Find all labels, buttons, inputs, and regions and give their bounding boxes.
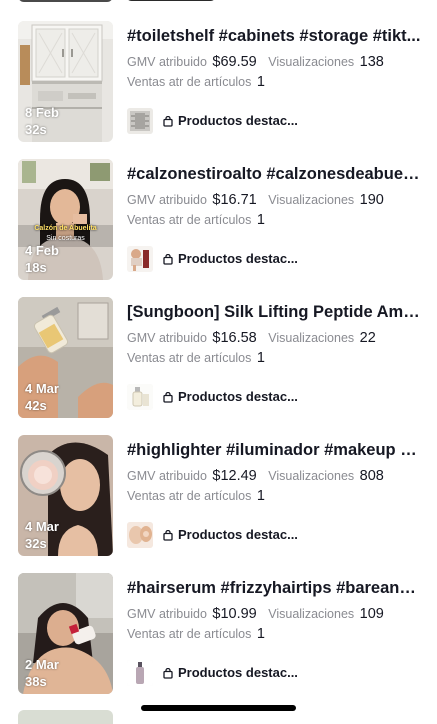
featured-products-link[interactable]: Productos destac...: [163, 389, 298, 404]
video-duration: 42s: [25, 398, 47, 413]
video-date: 4 Feb: [25, 243, 59, 258]
featured-products-link[interactable]: Productos destac...: [163, 113, 298, 128]
views-value: 109: [359, 606, 384, 622]
video-title[interactable]: #highlighter #iluminador #makeup #...: [127, 441, 422, 460]
sales-value: 1: [256, 626, 265, 642]
video-date: 4 Mar: [25, 381, 59, 396]
sales-row: Ventas atr de artículos 1: [127, 626, 265, 642]
views-value: 22: [359, 330, 376, 346]
video-overlay-caption: Calzón de Abuelita: [34, 225, 97, 232]
video-title[interactable]: [Sungboon] Silk Lifting Peptide Amp...: [127, 303, 422, 322]
gmv-label: GMV atribuido: [127, 331, 207, 345]
gmv-value: $16.71: [212, 192, 257, 208]
video-title[interactable]: #toiletshelf #cabinets #storage #tikt...: [127, 27, 422, 46]
video-date: 2 Mar: [25, 657, 59, 672]
gmv-row: GMV atribuido $69.59 Visualizaciones 138: [127, 54, 392, 70]
gmv-row: GMV atribuido $12.49 Visualizaciones 808: [127, 468, 392, 484]
gmv-value: $16.58: [212, 330, 257, 346]
views-value: 138: [359, 54, 384, 70]
gmv-label: GMV atribuido: [127, 55, 207, 69]
sales-label: Ventas atr de artículos: [127, 213, 252, 227]
gmv-label: GMV atribuido: [127, 607, 207, 621]
sales-value: 1: [256, 488, 265, 504]
views-label: Visualizaciones: [268, 331, 355, 345]
shopping-bag-icon: [163, 115, 173, 127]
previous-item-thumbnail-partial[interactable]: [18, 0, 113, 2]
video-thumbnail[interactable]: Calzón de Abuelita Sin costuras 4 Feb 18…: [18, 159, 113, 280]
video-title[interactable]: #calzonestiroalto #calzonesdeabueli...: [127, 165, 422, 184]
featured-products-label: Productos destac...: [178, 113, 298, 128]
views-label: Visualizaciones: [268, 55, 355, 69]
video-duration: 32s: [25, 122, 47, 137]
video-list-item: Calzón de Abuelita Sin costuras 4 Feb 18…: [0, 159, 437, 280]
product-thumbnail[interactable]: [127, 660, 153, 686]
featured-products-label: Productos destac...: [178, 389, 298, 404]
gmv-row: GMV atribuido $16.58 Visualizaciones 22: [127, 330, 384, 346]
sales-row: Ventas atr de artículos 1: [127, 212, 265, 228]
shopping-bag-icon: [163, 253, 173, 265]
video-duration: 38s: [25, 674, 47, 689]
sales-row: Ventas atr de artículos 1: [127, 350, 265, 366]
sales-value: 1: [256, 350, 265, 366]
featured-products-link[interactable]: Productos destac...: [163, 251, 298, 266]
video-overlay-subcaption: Sin costuras: [46, 235, 85, 242]
video-list-item: 8 Feb 32s #toiletshelf #cabinets #storag…: [0, 21, 437, 142]
sales-row: Ventas atr de artículos 1: [127, 488, 265, 504]
video-thumbnail[interactable]: 8 Feb 32s: [18, 21, 113, 142]
video-title[interactable]: #hairserum #frizzyhairtips #bareana...: [127, 579, 422, 598]
video-date: 8 Feb: [25, 105, 59, 120]
next-item-thumbnail-partial[interactable]: [18, 710, 113, 724]
video-duration: 32s: [25, 536, 47, 551]
sales-row: Ventas atr de artículos 1: [127, 74, 265, 90]
featured-products-label: Productos destac...: [178, 665, 298, 680]
product-thumbnail[interactable]: [127, 384, 153, 410]
sales-label: Ventas atr de artículos: [127, 627, 252, 641]
product-thumbnail[interactable]: [127, 522, 153, 548]
gmv-row: GMV atribuido $16.71 Visualizaciones 190: [127, 192, 392, 208]
sales-value: 1: [256, 74, 265, 90]
sales-label: Ventas atr de artículos: [127, 75, 252, 89]
gmv-value: $69.59: [212, 54, 257, 70]
video-thumbnail[interactable]: 2 Mar 38s: [18, 573, 113, 694]
video-thumbnail[interactable]: 4 Mar 42s: [18, 297, 113, 418]
gmv-label: GMV atribuido: [127, 193, 207, 207]
gmv-row: GMV atribuido $10.99 Visualizaciones 109: [127, 606, 392, 622]
video-list-item: 2 Mar 38s #hairserum #frizzyhairtips #ba…: [0, 573, 437, 694]
featured-products-label: Productos destac...: [178, 251, 298, 266]
gmv-label: GMV atribuido: [127, 469, 207, 483]
home-indicator[interactable]: [141, 705, 296, 711]
previous-item-text-partial: [126, 0, 216, 1]
gmv-value: $10.99: [212, 606, 257, 622]
gmv-value: $12.49: [212, 468, 257, 484]
sales-value: 1: [256, 212, 265, 228]
video-date: 4 Mar: [25, 519, 59, 534]
featured-products-link[interactable]: Productos destac...: [163, 665, 298, 680]
views-value: 190: [359, 192, 384, 208]
sales-label: Ventas atr de artículos: [127, 489, 252, 503]
featured-products-label: Productos destac...: [178, 527, 298, 542]
views-value: 808: [359, 468, 384, 484]
product-thumbnail[interactable]: [127, 246, 153, 272]
shopping-bag-icon: [163, 391, 173, 403]
video-duration: 18s: [25, 260, 47, 275]
shopping-bag-icon: [163, 667, 173, 679]
featured-products-link[interactable]: Productos destac...: [163, 527, 298, 542]
shopping-bag-icon: [163, 529, 173, 541]
video-thumbnail[interactable]: 4 Mar 32s: [18, 435, 113, 556]
views-label: Visualizaciones: [268, 469, 355, 483]
views-label: Visualizaciones: [268, 607, 355, 621]
video-list-item: 4 Mar 32s #highlighter #iluminador #make…: [0, 435, 437, 556]
views-label: Visualizaciones: [268, 193, 355, 207]
video-list-item: 4 Mar 42s [Sungboon] Silk Lifting Peptid…: [0, 297, 437, 418]
sales-label: Ventas atr de artículos: [127, 351, 252, 365]
product-thumbnail[interactable]: [127, 108, 153, 134]
